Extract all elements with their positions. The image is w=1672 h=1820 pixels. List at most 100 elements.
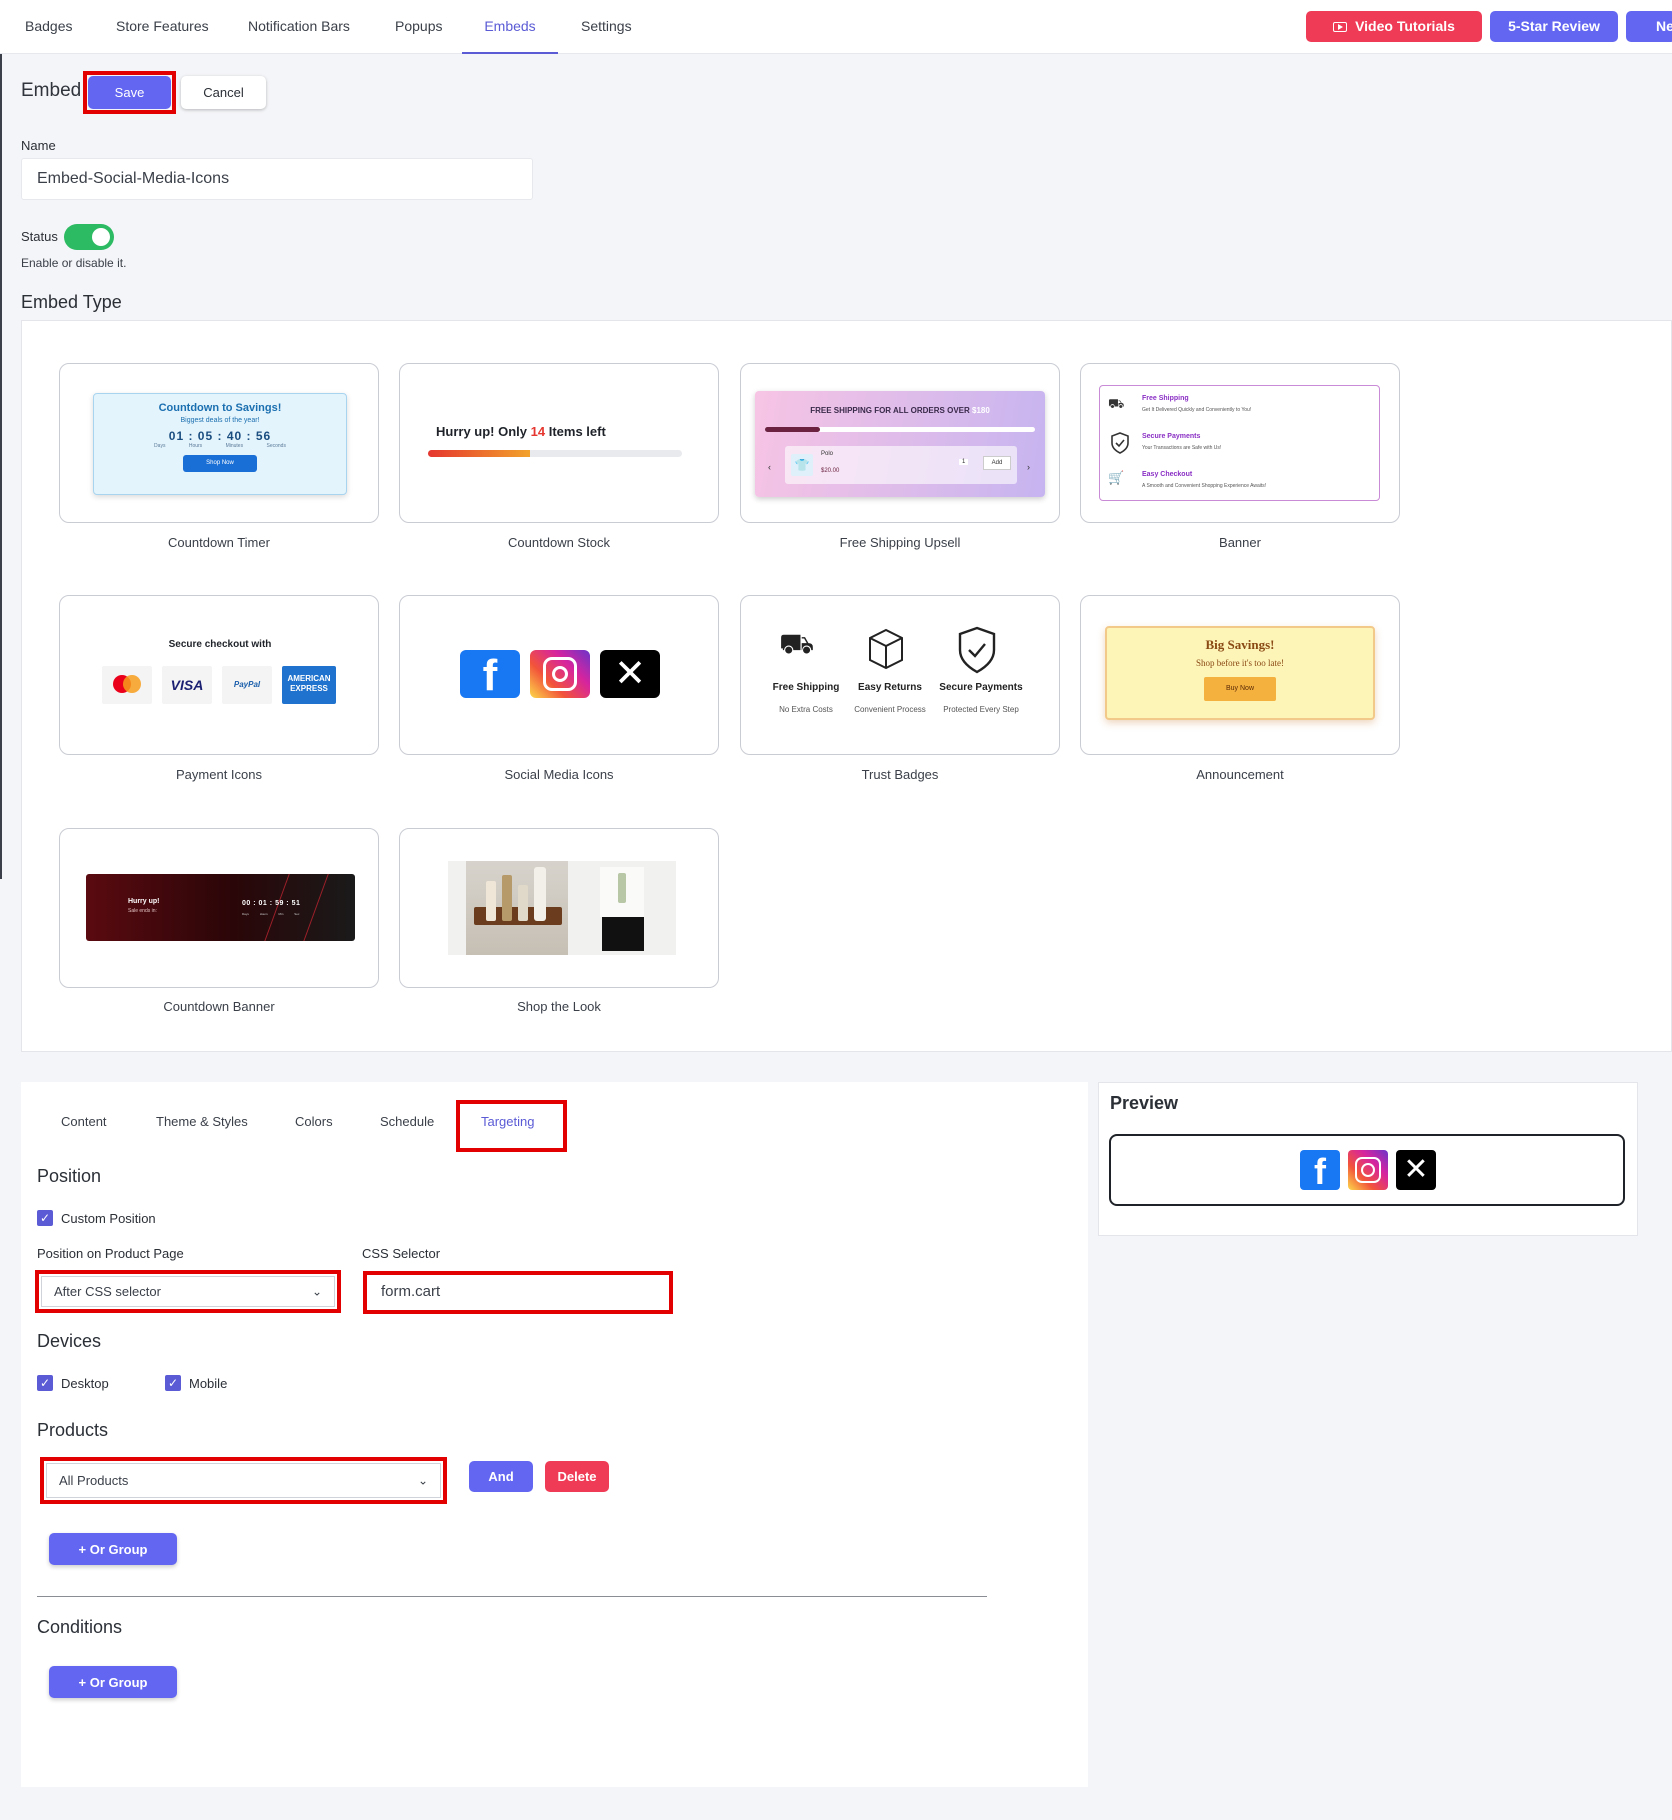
upsell-product-price: $20.00 xyxy=(821,468,840,474)
trust-item3-title: Secure Payments xyxy=(939,682,1023,693)
tab-popups[interactable]: Popups xyxy=(395,0,442,54)
shirt-icon: 👕 xyxy=(791,454,813,476)
tab-embeds[interactable]: Embeds xyxy=(462,0,558,54)
card-free-shipping-upsell[interactable]: FREE SHIPPING FOR ALL ORDERS OVER $180 ‹… xyxy=(740,363,1060,523)
custom-position-checkbox[interactable]: ✓ xyxy=(37,1210,53,1226)
css-selector-input[interactable]: form.cart xyxy=(369,1277,667,1308)
product-page-position-label: Position on Product Page xyxy=(37,1246,184,1261)
delete-button[interactable]: Delete xyxy=(545,1461,609,1492)
upsell-progress xyxy=(765,427,1035,432)
trust-truck-icon: ⛟ xyxy=(779,628,815,659)
payment-heading: Secure checkout with xyxy=(168,639,272,650)
trust-item1-desc: No Extra Costs xyxy=(779,705,833,714)
banner-item1-desc: Get It Delivered Quickly and Convenientl… xyxy=(1142,407,1252,413)
x-icon: ✕ xyxy=(1396,1150,1436,1190)
banner-item2-desc: Your Transactions are Safe with Us! xyxy=(1142,445,1222,451)
timer-days: 01 xyxy=(168,429,185,443)
status-toggle[interactable] xyxy=(64,224,114,250)
left-edge-bar xyxy=(0,54,2,879)
settings-panel xyxy=(21,1082,1088,1787)
desktop-checkbox[interactable]: ✓ xyxy=(37,1375,53,1391)
tab-theme-styles[interactable]: Theme & Styles xyxy=(156,1114,248,1129)
countdown-timer-thumb: Countdown to Savings! Biggest deals of t… xyxy=(93,393,347,495)
products-or-group-button[interactable]: + Or Group xyxy=(49,1533,177,1565)
card-countdown-timer[interactable]: Countdown to Savings! Biggest deals of t… xyxy=(59,363,379,523)
cancel-button[interactable]: Cancel xyxy=(181,76,266,109)
upsell-qty: 1 xyxy=(959,459,969,465)
position-select[interactable]: After CSS selector ⌄ xyxy=(41,1276,335,1307)
banner-decor xyxy=(259,874,333,941)
tab-badges[interactable]: Badges xyxy=(25,0,72,54)
announcement-heading: Big Savings! xyxy=(1205,637,1275,652)
chevron-down-icon: ⌄ xyxy=(417,1473,428,1487)
banner-thumb: ⛟ Free Shipping Get It Delivered Quickly… xyxy=(1099,385,1380,501)
upsell-amount: $180 xyxy=(972,406,990,415)
tab-store-features[interactable]: Store Features xyxy=(116,0,209,54)
custom-position-label: Custom Position xyxy=(61,1211,156,1226)
upsell-add: Add xyxy=(983,456,1011,470)
timer-sub: Biggest deals of the year! xyxy=(180,417,260,424)
card-payment-icons[interactable]: Secure checkout with VISA PayPal AMERICA… xyxy=(59,595,379,755)
product-photo-right xyxy=(600,867,644,917)
stock-bar-fill xyxy=(428,450,530,457)
announcement-thumb: Big Savings! Shop before it's too late! … xyxy=(1105,626,1375,720)
banner-item1-title: Free Shipping xyxy=(1142,395,1189,402)
trust-item2-desc: Convenient Process xyxy=(854,705,926,714)
five-star-review-button[interactable]: 5-Star Review xyxy=(1490,11,1618,42)
card-label-countdown-banner: Countdown Banner xyxy=(163,999,275,1014)
tab-targeting[interactable]: Targeting xyxy=(481,1114,534,1129)
timer-minutes: 40 xyxy=(226,429,243,443)
card-label-trust-badges: Trust Badges xyxy=(861,767,939,782)
tab-settings[interactable]: Settings xyxy=(581,0,632,54)
facebook-icon: f xyxy=(460,650,520,700)
visa-icon: VISA xyxy=(162,666,212,704)
countdown-banner-thumb: Hurry up! Sale ends in: 00 : 01 : 59 : 5… xyxy=(86,874,355,941)
instagram-icon xyxy=(1348,1150,1388,1190)
stock-text: Hurry up! Only 14 Items left xyxy=(436,424,606,439)
save-button[interactable]: Save xyxy=(88,76,171,109)
card-announcement[interactable]: Big Savings! Shop before it's too late! … xyxy=(1080,595,1400,755)
cb-min: 59 xyxy=(275,900,284,907)
card-social-media-icons[interactable]: f ✕ xyxy=(399,595,719,755)
preview-panel: Preview f ✕ xyxy=(1098,1082,1638,1236)
card-shop-the-look[interactable] xyxy=(399,828,719,988)
position-title: Position xyxy=(37,1166,102,1186)
stock-count: 14 xyxy=(530,424,546,439)
shop-the-look-image xyxy=(448,861,676,955)
name-input[interactable]: Embed-Social-Media-Icons xyxy=(21,158,533,200)
and-button[interactable]: And xyxy=(469,1461,533,1492)
upsell-product-name: Polo xyxy=(821,451,834,457)
video-tutorials-button[interactable]: Video Tutorials xyxy=(1306,11,1482,42)
paypal-icon: PayPal xyxy=(222,666,272,704)
products-select[interactable]: All Products ⌄ xyxy=(46,1463,441,1498)
tab-colors[interactable]: Colors xyxy=(295,1114,333,1129)
card-label-announcement: Announcement xyxy=(1196,767,1284,782)
mobile-checkbox[interactable]: ✓ xyxy=(165,1375,181,1391)
card-label-free-shipping-upsell: Free Shipping Upsell xyxy=(839,535,961,550)
timer-hours: 05 xyxy=(197,429,214,443)
card-banner[interactable]: ⛟ Free Shipping Get It Delivered Quickly… xyxy=(1080,363,1400,523)
card-trust-badges[interactable]: ⛟ Free Shipping No Extra Costs Easy Retu… xyxy=(740,595,1060,755)
page-title: Embed xyxy=(21,80,82,101)
tab-schedule[interactable]: Schedule xyxy=(380,1114,434,1129)
cb-unit-sec: Sec xyxy=(294,912,300,916)
card-countdown-banner[interactable]: Hurry up! Sale ends in: 00 : 01 : 59 : 5… xyxy=(59,828,379,988)
products-select-value: All Products xyxy=(59,1473,129,1488)
stock-prefix: Hurry up! Only xyxy=(436,424,528,439)
status-help: Enable or disable it. xyxy=(21,256,127,270)
cb-unit-min: Min xyxy=(278,912,284,916)
conditions-or-group-button[interactable]: + Or Group xyxy=(49,1666,177,1698)
amex-icon: AMERICAN EXPRESS xyxy=(282,666,336,704)
timer-unit-hours: Hours xyxy=(188,443,203,449)
status-label: Status xyxy=(21,229,58,244)
upsell-thumb: FREE SHIPPING FOR ALL ORDERS OVER $180 ‹… xyxy=(755,391,1045,497)
cb-units: Days Hours Min Sec xyxy=(242,912,299,916)
x-icon: ✕ xyxy=(600,650,660,698)
name-label: Name xyxy=(21,138,56,153)
card-countdown-stock[interactable]: Hurry up! Only 14 Items left xyxy=(399,363,719,523)
new-button[interactable]: Ne xyxy=(1626,11,1672,42)
tab-content[interactable]: Content xyxy=(61,1114,107,1129)
banner-shield-icon xyxy=(1110,432,1130,454)
timer-shop-button: Shop Now xyxy=(183,455,257,472)
tab-notification-bars[interactable]: Notification Bars xyxy=(248,0,350,54)
